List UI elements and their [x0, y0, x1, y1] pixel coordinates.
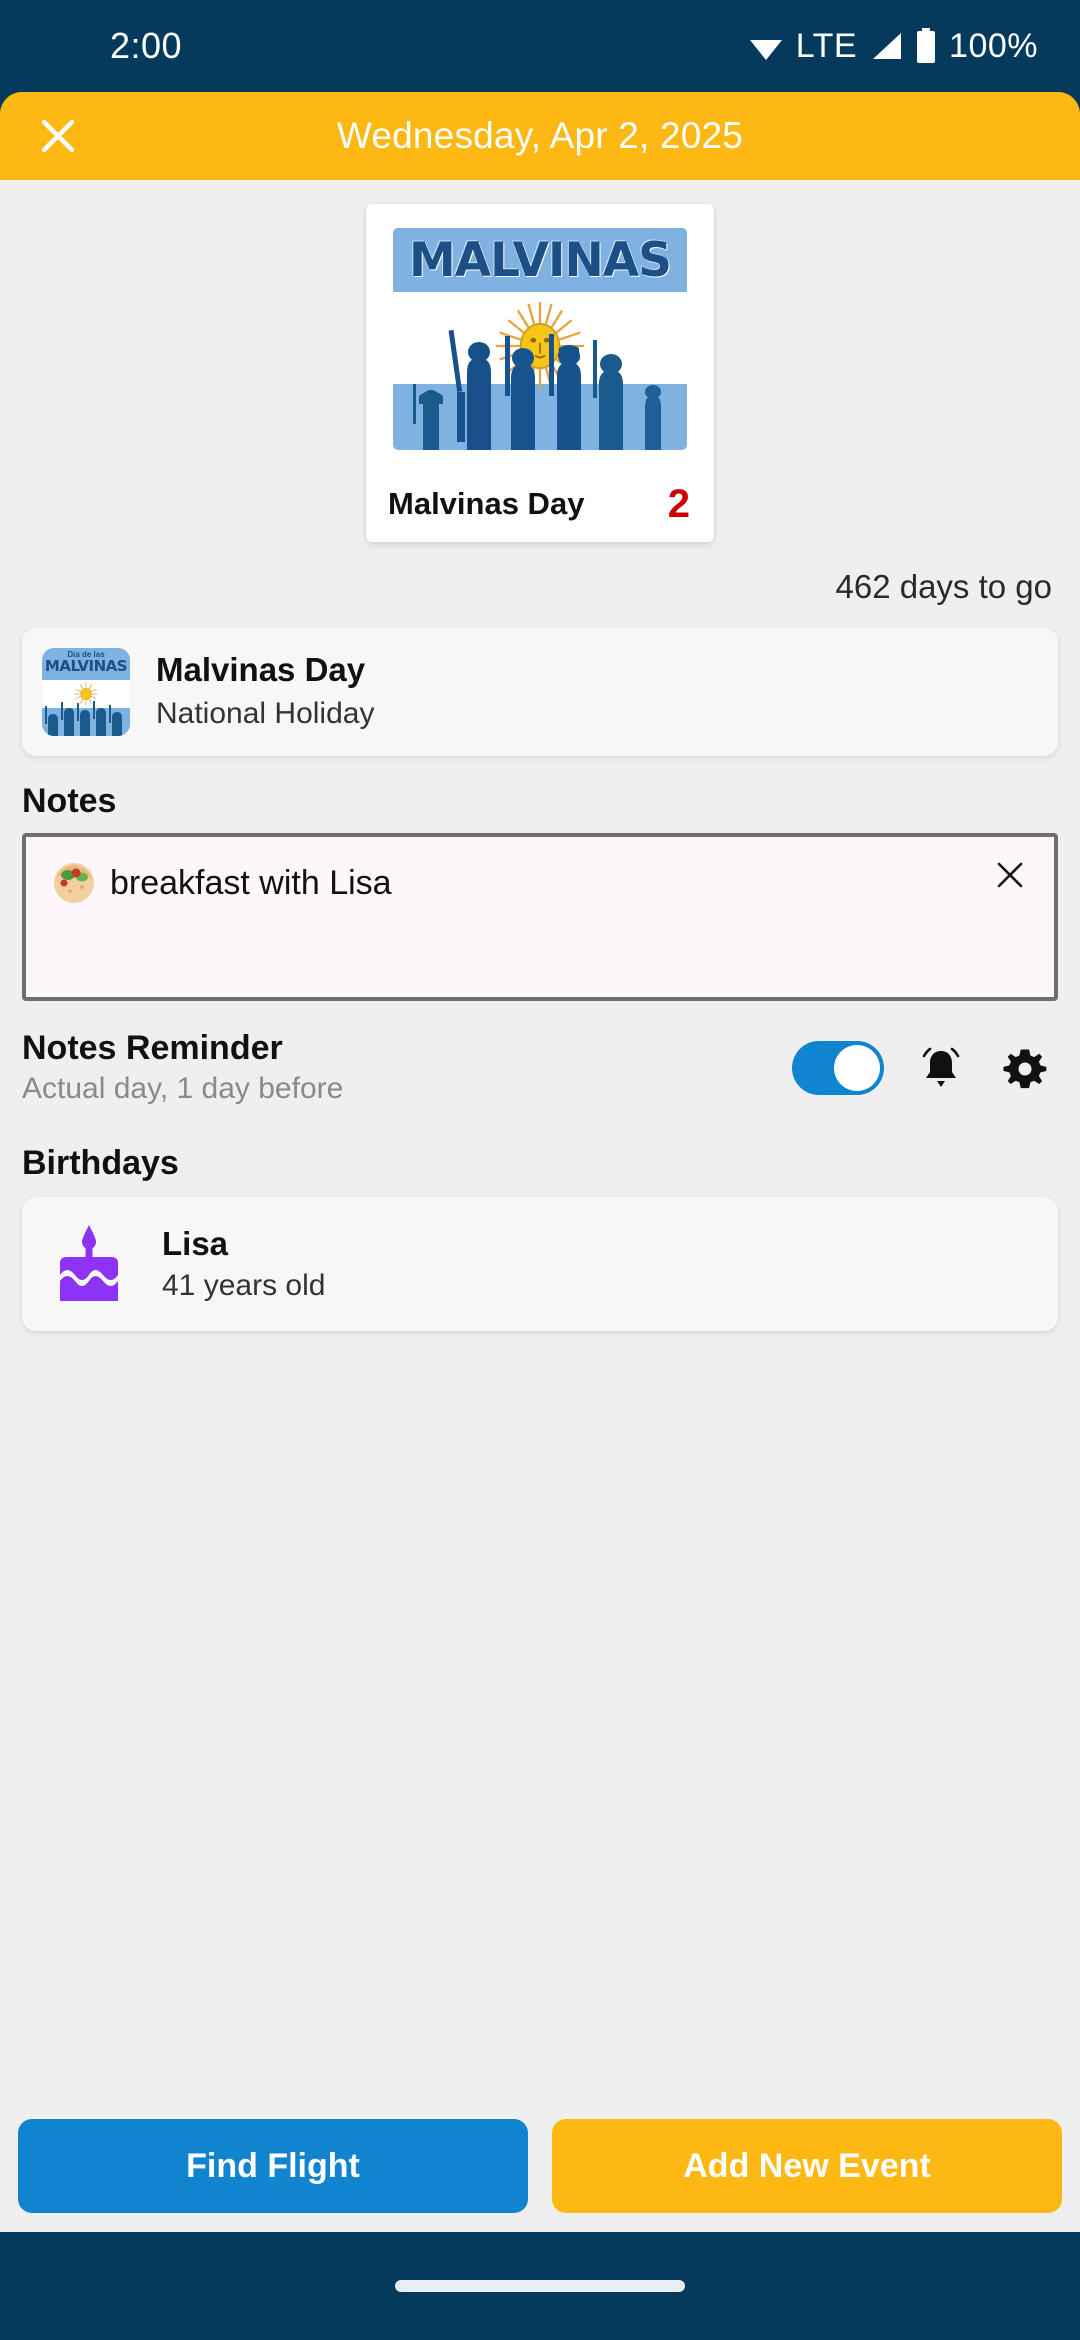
reminder-subtitle: Actual day, 1 day before — [22, 1072, 344, 1105]
page-title: Wednesday, Apr 2, 2025 — [336, 115, 744, 156]
battery-icon — [915, 28, 937, 64]
toggle-knob — [834, 1044, 880, 1091]
status-clock: 2:00 — [110, 25, 183, 66]
reminder-labels: Notes Reminder Actual day, 1 day before — [22, 1029, 343, 1106]
birthdays-heading: Birthdays — [22, 1144, 179, 1182]
close-icon — [997, 862, 1023, 888]
holiday-text: Malvinas Day National Holiday — [156, 649, 374, 735]
hero-holiday-name: Malvinas Day — [388, 486, 585, 521]
note-content-row: breakfast with Lisa — [26, 837, 1054, 905]
flag-top-band: MALVINAS — [393, 228, 687, 292]
add-new-event-button[interactable]: Add New Event — [552, 2119, 1062, 2213]
birthday-name: Lisa — [162, 1225, 229, 1262]
battery-percent-label: 100% — [949, 26, 1038, 65]
system-navigation-bar — [0, 2232, 1080, 2340]
cake-icon — [60, 1225, 118, 1301]
soldier-silhouettes-icon — [393, 322, 687, 450]
nav-gesture-handle[interactable] — [395, 2280, 685, 2292]
notes-heading: Notes — [22, 782, 117, 820]
holiday-subtitle: National Holiday — [156, 697, 375, 731]
reminder-title: Notes Reminder — [22, 1029, 283, 1067]
thumb-soldiers-icon — [42, 700, 130, 736]
days-to-go-label: 462 days to go — [835, 568, 1053, 605]
network-type-label: LTE — [795, 26, 858, 65]
signal-icon — [869, 31, 903, 61]
thumb-word: MALVINAS — [44, 657, 128, 675]
bottom-action-bar: Find Flight Add New Event — [0, 2100, 1080, 2232]
bell-icon — [922, 1047, 960, 1087]
cake-icon-wrap — [42, 1217, 136, 1311]
banner-word: MALVINAS — [408, 232, 672, 288]
clear-note-button[interactable] — [988, 853, 1032, 897]
holiday-list-item[interactable]: Dia de las MALVINAS Malvinas Day Nationa… — [22, 628, 1058, 756]
wifi-icon — [748, 31, 784, 61]
malvinas-illustration: MALVINAS — [393, 228, 687, 450]
holiday-thumbnail: Dia de las MALVINAS — [42, 648, 130, 736]
flag-bottom-band — [393, 329, 687, 450]
note-text: breakfast with Lisa — [110, 863, 392, 902]
notes-reminder-row: Notes Reminder Actual day, 1 day before — [0, 1001, 1080, 1106]
reminder-settings-button[interactable] — [998, 1041, 1052, 1095]
main-content: MALVINAS Malvinas Day 2 462 days to go D… — [0, 180, 1080, 2340]
find-flight-button[interactable]: Find Flight — [18, 2119, 528, 2213]
hero-day-number: 2 — [667, 482, 690, 526]
reminder-controls — [792, 1040, 1052, 1095]
reminder-toggle[interactable] — [792, 1040, 884, 1095]
food-icon — [52, 861, 96, 905]
holiday-hero-card[interactable]: MALVINAS Malvinas Day 2 — [366, 204, 714, 542]
hero-card-wrap: MALVINAS Malvinas Day 2 — [0, 180, 1080, 542]
birthday-text: Lisa 41 years old — [162, 1225, 325, 1303]
reminder-bell-button[interactable] — [914, 1041, 968, 1095]
birthday-age: 41 years old — [162, 1269, 326, 1302]
gear-icon — [1003, 1049, 1047, 1088]
birthday-list-item[interactable]: Lisa 41 years old — [22, 1197, 1058, 1331]
notes-input[interactable]: breakfast with Lisa — [22, 833, 1058, 1001]
status-bar: 2:00 LTE 100% — [0, 0, 1080, 92]
hero-footer: Malvinas Day 2 — [380, 450, 700, 542]
holiday-title: Malvinas Day — [156, 651, 366, 689]
phone-screen: 2:00 LTE 100% Wednesday, Apr 2, 2025 MAL… — [0, 0, 1080, 2340]
status-indicators: LTE 100% — [748, 27, 1038, 66]
app-bar: Wednesday, Apr 2, 2025 — [0, 92, 1080, 180]
